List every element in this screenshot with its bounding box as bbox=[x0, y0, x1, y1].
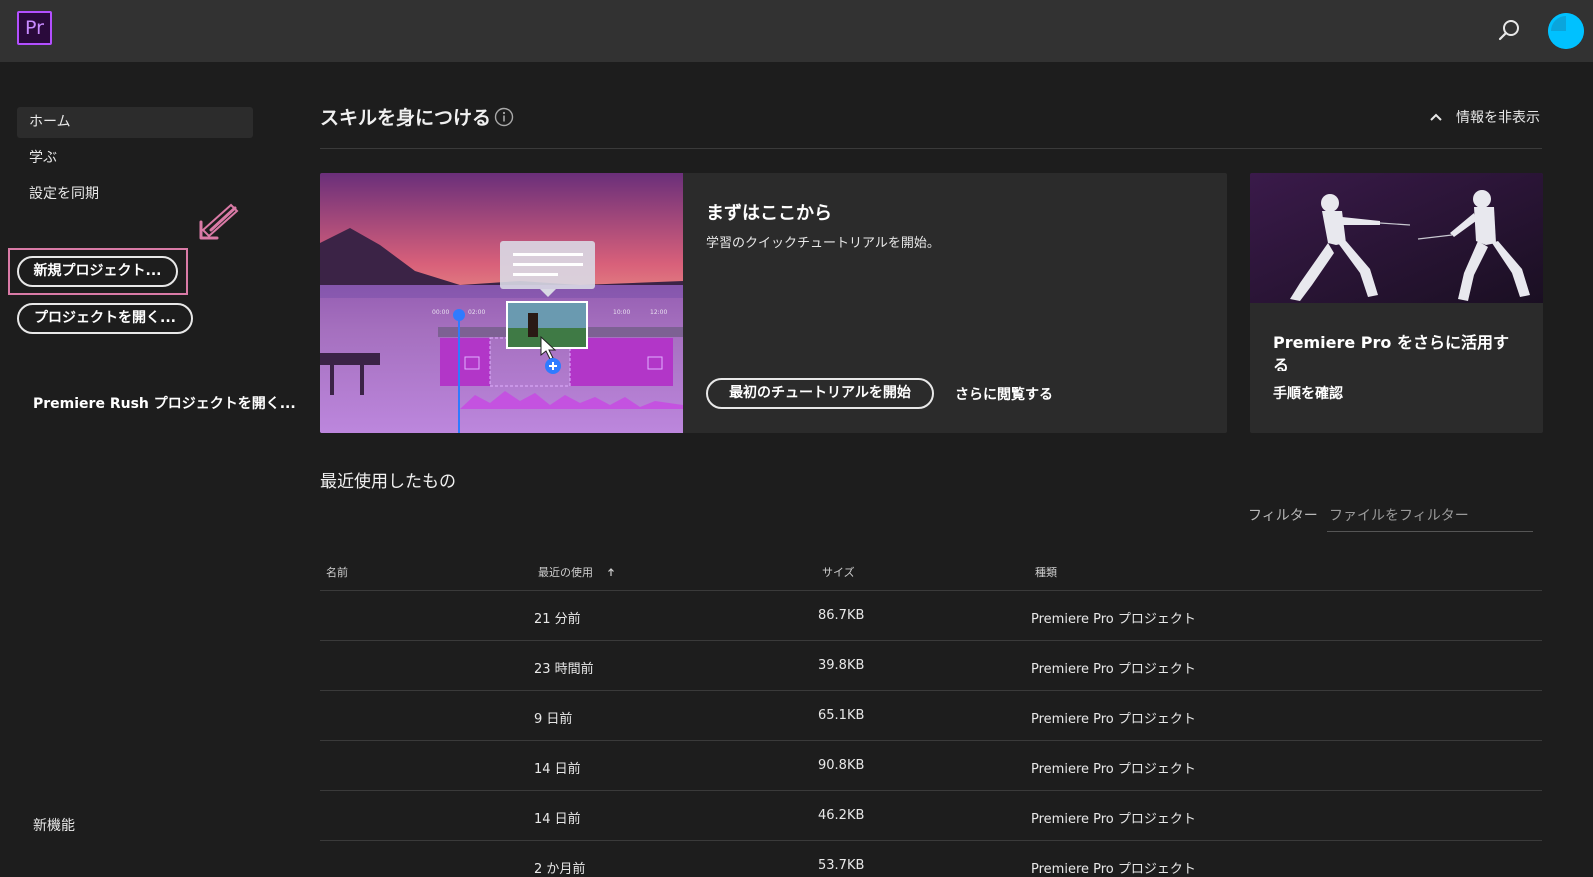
new-project-button[interactable]: 新規プロジェクト... bbox=[17, 256, 178, 287]
sort-ascending-icon bbox=[607, 568, 614, 576]
filter-label: フィルター bbox=[1248, 508, 1318, 524]
tutorial-illustration: 00:00 02:00 10:00 12:00 bbox=[320, 173, 683, 433]
hide-info-label: 情報を非表示 bbox=[1456, 110, 1540, 126]
open-project-button[interactable]: プロジェクトを開く... bbox=[17, 303, 193, 334]
row-size: 46.2KB bbox=[818, 808, 865, 823]
row-used: 21 分前 bbox=[534, 612, 581, 627]
row-used: 23 時間前 bbox=[534, 662, 594, 677]
column-header-kind[interactable]: 種類 bbox=[1035, 564, 1057, 580]
sidebar-item-learn[interactable]: 学ぶ bbox=[17, 143, 253, 174]
row-size: 53.7KB bbox=[818, 858, 865, 873]
table-row[interactable]: 14 日前 90.8KB Premiere Pro プロジェクト bbox=[320, 740, 1542, 790]
row-kind: Premiere Pro プロジェクト bbox=[1031, 862, 1196, 877]
row-kind: Premiere Pro プロジェクト bbox=[1031, 612, 1196, 627]
tutorial-card-title: まずはここから bbox=[706, 203, 832, 224]
advanced-card-title: Premiere Pro をさらに活用する bbox=[1273, 333, 1509, 371]
advanced-card: Premiere Pro をさらに活用する 手順を確認 bbox=[1250, 173, 1543, 433]
row-size: 39.8KB bbox=[818, 658, 865, 673]
tutorial-card: 00:00 02:00 10:00 12:00 まずはここから 学習のクイックチ… bbox=[320, 173, 1227, 433]
column-header-size[interactable]: サイズ bbox=[822, 564, 855, 580]
annotation-arrow-icon bbox=[199, 203, 239, 240]
table-row[interactable]: 9 日前 65.1KB Premiere Pro プロジェクト bbox=[320, 690, 1542, 740]
tutorial-card-subtitle: 学習のクイックチュートリアルを開始。 bbox=[706, 236, 940, 251]
browse-more-link[interactable]: さらに閲覧する bbox=[955, 384, 1053, 404]
start-tutorial-button[interactable]: 最初のチュートリアルを開始 bbox=[706, 378, 934, 409]
row-size: 86.7KB bbox=[818, 608, 865, 623]
avatar[interactable] bbox=[1548, 13, 1584, 49]
row-size: 65.1KB bbox=[818, 708, 865, 723]
sidebar-item-home[interactable]: ホーム bbox=[17, 107, 253, 138]
table-row[interactable]: 21 分前 86.7KB Premiere Pro プロジェクト bbox=[320, 590, 1542, 640]
column-header-name[interactable]: 名前 bbox=[326, 564, 348, 580]
open-rush-project-link[interactable]: Premiere Rush プロジェクトを開く... bbox=[33, 393, 296, 413]
row-used: 14 日前 bbox=[534, 762, 581, 777]
column-header-used[interactable]: 最近の使用 bbox=[538, 564, 615, 580]
row-kind: Premiere Pro プロジェクト bbox=[1031, 712, 1196, 727]
row-used: 2 か月前 bbox=[534, 862, 586, 877]
recent-title: 最近使用したもの bbox=[320, 472, 456, 492]
premiere-pro-logo: Pr bbox=[17, 11, 52, 45]
row-size: 90.8KB bbox=[818, 758, 865, 773]
file-filter-input[interactable] bbox=[1327, 500, 1533, 532]
top-bar: Pr bbox=[0, 0, 1593, 62]
row-kind: Premiere Pro プロジェクト bbox=[1031, 662, 1196, 677]
row-kind: Premiere Pro プロジェクト bbox=[1031, 762, 1196, 777]
skills-title: スキルを身につける bbox=[320, 107, 492, 129]
table-row[interactable]: 2 か月前 53.7KB Premiere Pro プロジェクト bbox=[320, 840, 1542, 877]
view-steps-link[interactable]: 手順を確認 bbox=[1273, 383, 1343, 403]
timeline-tick: 02:00 bbox=[468, 309, 485, 316]
whats-new-link[interactable]: 新機能 bbox=[33, 815, 75, 835]
section-divider bbox=[320, 148, 1542, 149]
search-icon[interactable] bbox=[1497, 17, 1523, 43]
info-icon[interactable] bbox=[494, 107, 514, 127]
chevron-up-icon bbox=[1430, 113, 1442, 121]
row-kind: Premiere Pro プロジェクト bbox=[1031, 812, 1196, 827]
row-used: 9 日前 bbox=[534, 712, 573, 727]
fencing-photo bbox=[1250, 173, 1543, 303]
timeline-tick: 12:00 bbox=[650, 309, 667, 316]
timeline-tick: 10:00 bbox=[613, 309, 630, 316]
table-row[interactable]: 23 時間前 39.8KB Premiere Pro プロジェクト bbox=[320, 640, 1542, 690]
hide-info-toggle[interactable]: 情報を非表示 bbox=[1430, 106, 1540, 128]
column-header-used-label: 最近の使用 bbox=[538, 566, 593, 579]
table-row[interactable]: 14 日前 46.2KB Premiere Pro プロジェクト bbox=[320, 790, 1542, 840]
timeline-tick: 00:00 bbox=[432, 309, 449, 316]
row-used: 14 日前 bbox=[534, 812, 581, 827]
